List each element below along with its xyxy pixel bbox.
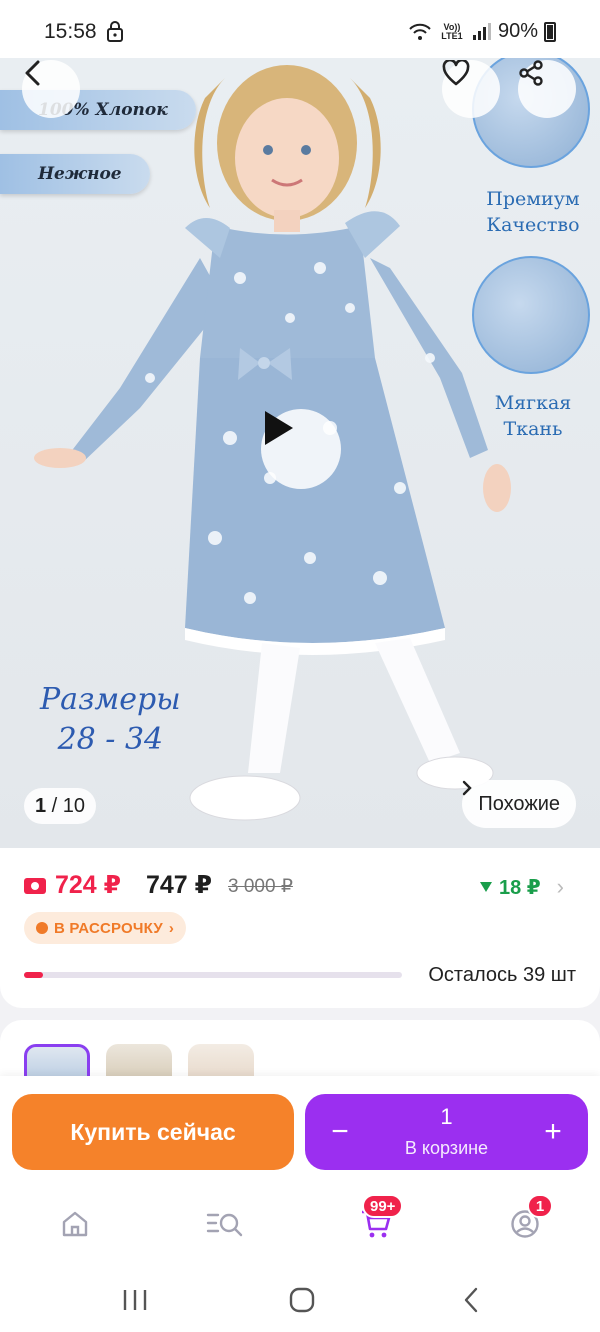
buy-now-button[interactable]: Купить сейчас: [12, 1094, 294, 1170]
home-system-button[interactable]: [282, 1280, 322, 1320]
nav-cart[interactable]: 99+: [356, 1194, 404, 1244]
back-arrow-icon: [464, 1287, 478, 1313]
cart-badge: 99+: [362, 1194, 404, 1218]
home-icon: [62, 1211, 88, 1237]
nav-catalog[interactable]: [205, 1204, 245, 1244]
status-time: 15:58: [44, 20, 97, 43]
recent-apps-button[interactable]: [115, 1280, 155, 1320]
lock-icon: [107, 21, 123, 42]
chevron-right-icon: [463, 780, 473, 796]
current-price: 747 ₽: [146, 871, 213, 899]
triangle-down-icon: [479, 882, 492, 892]
back-button[interactable]: [22, 60, 80, 118]
home-circle-icon: [289, 1287, 315, 1313]
share-icon: [519, 60, 543, 86]
sale-price: 724 ₽: [55, 871, 122, 899]
old-price: 3 000 ₽: [228, 876, 293, 897]
status-bar: 15:58 Vo)) LTE1 90%: [0, 0, 600, 58]
stock-progress: [24, 972, 402, 978]
price-card: 724 ₽ 747 ₽ 3 000 ₽ 18 ₽ › В РАССРОЧКУ ›…: [0, 848, 600, 1008]
sale-icon: [24, 878, 46, 894]
stock-progress-fill: [24, 972, 43, 978]
bottom-navigation: 99+ 1: [0, 1186, 600, 1256]
sizes-caption: Размеры 28 - 34: [40, 682, 181, 757]
detail-photo-soft: [472, 256, 590, 374]
promo-soft: Мягкая Ткань: [494, 392, 572, 440]
similar-products-button[interactable]: Похожие: [462, 780, 576, 828]
purchase-bar: Купить сейчас − 1 В корзине +: [0, 1076, 600, 1186]
nav-profile[interactable]: 1: [505, 1194, 553, 1244]
cart-quantity-control: − 1 В корзине +: [305, 1094, 588, 1170]
promo-premium: Премиум Качество: [486, 188, 580, 236]
stock-left: Осталось 39 шт: [428, 964, 576, 986]
play-video-button[interactable]: [261, 409, 341, 489]
back-system-button[interactable]: [451, 1280, 491, 1320]
catalog-search-icon: [206, 1213, 243, 1237]
chevron-right-icon: ›: [556, 874, 564, 899]
wifi-icon: [409, 23, 431, 40]
installment-button[interactable]: В РАССРОЧКУ ›: [24, 912, 187, 944]
signal-icon: [472, 22, 491, 40]
heart-icon: [442, 60, 470, 86]
cart-quantity: 1: [440, 1104, 453, 1129]
tag-gentle: Нежное: [0, 154, 150, 194]
recent-apps-icon: [123, 1290, 147, 1310]
play-icon: [265, 411, 293, 445]
profile-badge: 1: [527, 1194, 553, 1218]
nav-home[interactable]: [55, 1204, 95, 1244]
favorite-button[interactable]: [442, 60, 500, 118]
image-counter: 1 / 10: [24, 788, 96, 824]
product-gallery[interactable]: 100% Хлопок Нежное Премиум Качество Мягк…: [0, 58, 600, 848]
system-navigation-bar: [0, 1256, 600, 1332]
chevron-left-icon: [25, 60, 40, 86]
battery-icon: [544, 21, 556, 42]
network-type: Vo)) LTE1: [441, 21, 463, 41]
increase-quantity-button[interactable]: +: [518, 1094, 588, 1170]
share-button[interactable]: [518, 60, 576, 118]
chevron-right-icon: ›: [168, 919, 175, 937]
installment-icon: [36, 922, 48, 934]
decrease-quantity-button[interactable]: −: [305, 1094, 375, 1170]
in-cart-label: В корзине: [404, 1138, 489, 1158]
battery-percent: 90%: [497, 20, 538, 42]
cashback[interactable]: 18 ₽ ›: [479, 874, 564, 900]
